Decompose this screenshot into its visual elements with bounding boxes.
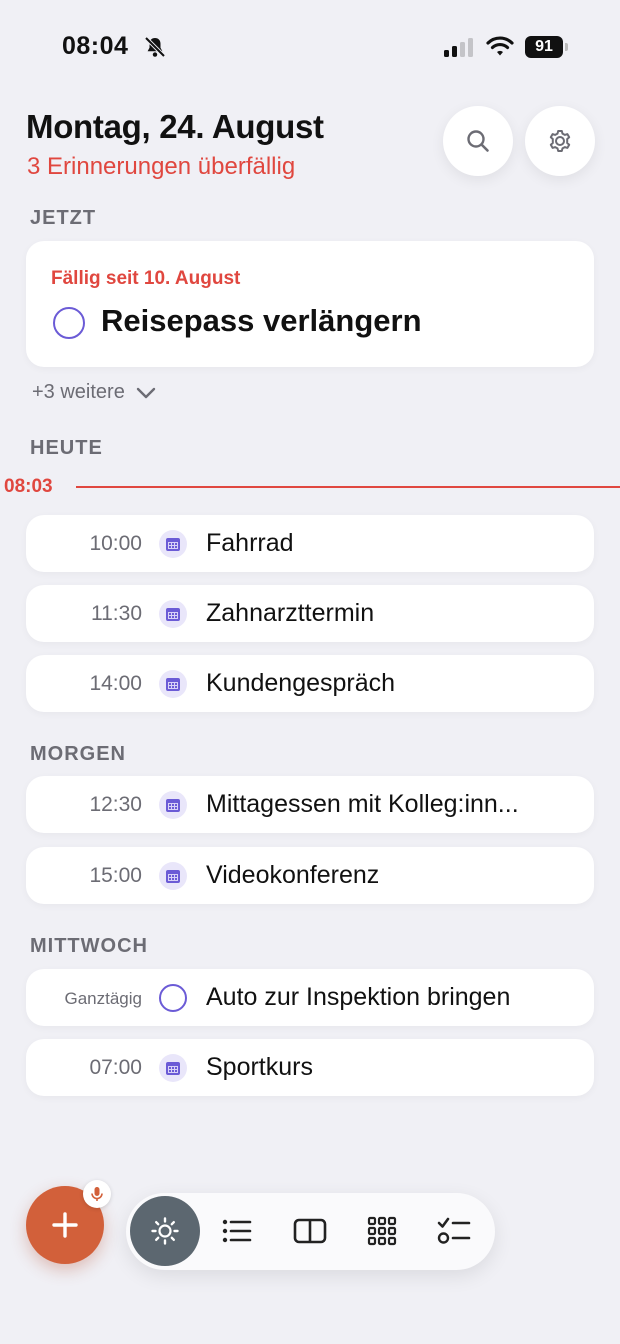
item-title: Mittagessen mit Kolleg:inn...	[206, 790, 519, 818]
grid-icon	[367, 1216, 397, 1246]
list-item[interactable]: 15:00 Videokonferenz	[26, 847, 594, 904]
item-time: 10:00	[89, 532, 142, 555]
section-today-label: HEUTE	[30, 437, 103, 459]
page-title: Montag, 24. August	[26, 108, 324, 145]
tab-checklist[interactable]	[419, 1196, 489, 1266]
split-view-icon	[293, 1218, 327, 1244]
microphone-icon	[91, 1187, 103, 1201]
battery-indicator: 91	[525, 36, 569, 58]
search-icon	[467, 130, 489, 152]
settings-button[interactable]	[525, 106, 595, 176]
tab-grid[interactable]	[347, 1196, 417, 1266]
item-title: Sportkurs	[206, 1053, 313, 1081]
gear-icon	[549, 130, 571, 152]
item-title: Kundengespräch	[206, 669, 396, 697]
show-more-label: +3 weitere	[32, 381, 125, 403]
calendar-icon	[159, 1054, 187, 1082]
battery-level: 91	[525, 36, 563, 58]
tab-today[interactable]	[130, 1196, 200, 1266]
item-time: 14:00	[89, 672, 142, 695]
list-item[interactable]: 11:30 Zahnarzttermin	[26, 585, 594, 642]
calendar-icon	[159, 862, 187, 890]
item-time: 07:00	[89, 1056, 142, 1079]
item-time: 11:30	[91, 602, 142, 625]
section-wednesday-label: MITTWOCH	[30, 935, 148, 957]
tab-split-view[interactable]	[275, 1196, 345, 1266]
overdue-reminder-card[interactable]: Fällig seit 10. August Reisepass verläng…	[26, 241, 594, 367]
complete-checkbox[interactable]	[53, 307, 85, 339]
checklist-icon	[437, 1217, 471, 1244]
list-item[interactable]: 12:30 Mittagessen mit Kolleg:inn...	[26, 776, 594, 833]
calendar-icon	[159, 670, 187, 698]
current-time-indicator: 08:03	[0, 476, 620, 498]
chevron-down-icon	[136, 387, 156, 398]
due-date-label: Fällig seit 10. August	[51, 268, 241, 289]
list-icon	[222, 1219, 252, 1243]
item-title: Zahnarzttermin	[206, 599, 375, 627]
calendar-icon	[159, 600, 187, 628]
wifi-icon	[486, 36, 514, 56]
tab-list[interactable]	[202, 1196, 272, 1266]
list-item[interactable]: 07:00 Sportkurs	[26, 1039, 594, 1096]
todo-circle-icon[interactable]	[159, 984, 187, 1012]
item-title: Fahrrad	[206, 529, 294, 557]
item-title: Auto zur Inspektion bringen	[206, 983, 511, 1011]
section-now-label: JETZT	[30, 207, 97, 229]
reminder-title: Reisepass verlängern	[101, 303, 422, 338]
list-item[interactable]: Ganztägig Auto zur Inspektion bringen	[26, 969, 594, 1026]
list-item[interactable]: 10:00 Fahrrad	[26, 515, 594, 572]
calendar-icon	[159, 791, 187, 819]
tab-bar	[126, 1193, 495, 1270]
bell-muted-icon	[144, 36, 166, 58]
section-tomorrow-label: MORGEN	[30, 743, 126, 765]
current-time-line	[76, 486, 620, 488]
voice-input-button[interactable]	[83, 1180, 111, 1208]
item-time: Ganztägig	[64, 989, 143, 1008]
item-time: 12:30	[89, 793, 142, 816]
item-title: Videokonferenz	[206, 861, 380, 889]
item-time: 15:00	[89, 864, 142, 887]
overdue-summary[interactable]: 3 Erinnerungen überfällig	[27, 153, 295, 181]
search-button[interactable]	[443, 106, 513, 176]
signal-icon	[444, 38, 473, 57]
list-item[interactable]: 14:00 Kundengespräch	[26, 655, 594, 712]
show-more-button[interactable]: +3 weitere	[32, 381, 157, 404]
status-bar: 08:04 91	[0, 0, 620, 90]
status-time: 08:04	[62, 32, 129, 60]
sun-icon	[151, 1217, 179, 1245]
plus-icon	[52, 1212, 78, 1238]
calendar-icon	[159, 530, 187, 558]
current-time-label: 08:03	[4, 476, 53, 497]
